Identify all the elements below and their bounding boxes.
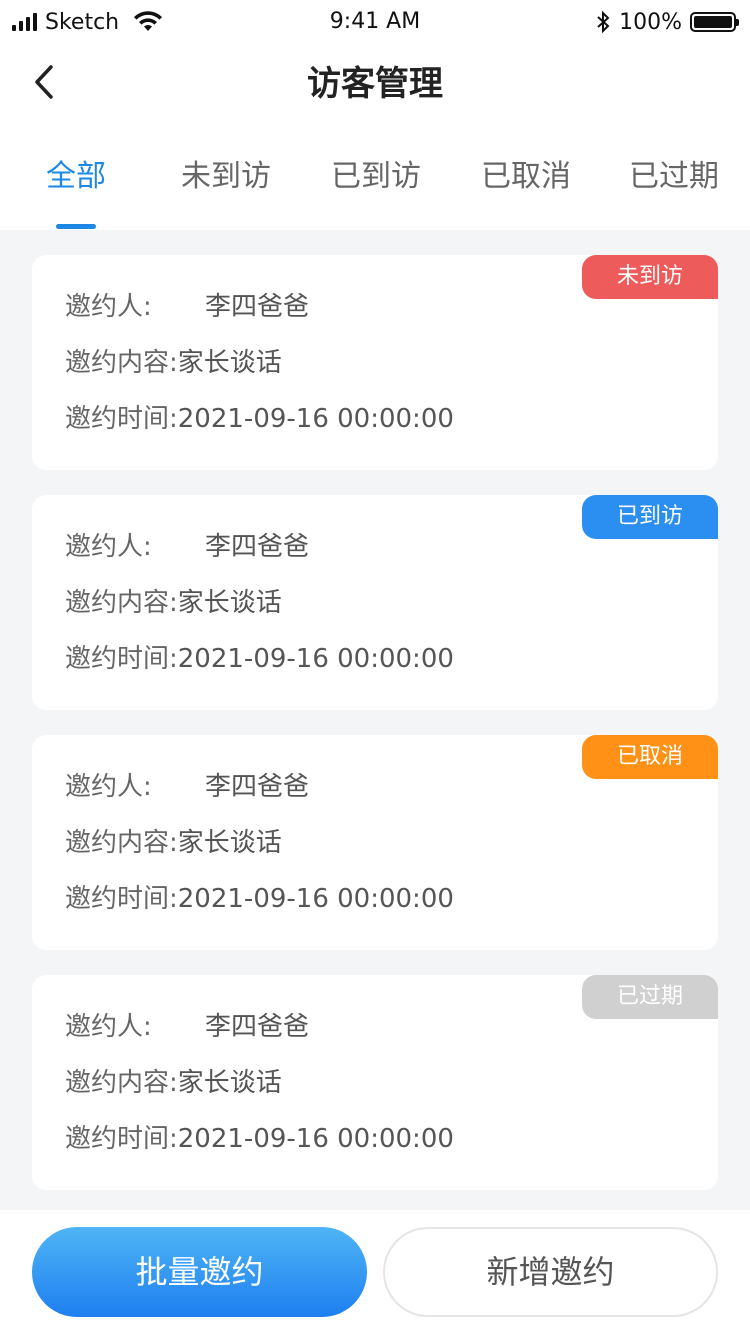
- status-badge: 已取消: [582, 735, 718, 779]
- battery-percent: 100%: [619, 9, 682, 35]
- inviter-row: 邀约人: 李四爸爸: [65, 527, 309, 567]
- page-title: 访客管理: [307, 64, 443, 104]
- time-value: 2021-09-16 00:00:00: [177, 884, 454, 914]
- content-value: 家长谈话: [177, 1068, 282, 1098]
- inviter-value: 李四爸爸: [205, 772, 310, 802]
- invitation-card[interactable]: 未到访 邀约人: 李四爸爸 邀约内容:家长谈话 邀约时间:2021-09-16 0…: [32, 255, 718, 470]
- status-badge: 已到访: [582, 495, 718, 539]
- tab-indicator: [56, 224, 96, 229]
- content-value: 家长谈话: [177, 348, 282, 378]
- time-row: 邀约时间:2021-09-16 00:00:00: [65, 399, 454, 439]
- inviter-row: 邀约人: 李四爸爸: [65, 1007, 309, 1047]
- status-badge: 已过期: [582, 975, 718, 1019]
- time-value: 2021-09-16 00:00:00: [177, 404, 454, 434]
- time-label: 邀约时间:: [65, 404, 178, 434]
- content-label: 邀约内容:: [65, 828, 178, 858]
- tab-all[interactable]: 全部: [26, 124, 126, 230]
- bottom-action-bar: 批量邀约 新增邀约: [0, 1210, 750, 1334]
- tab-visited[interactable]: 已到访: [316, 124, 436, 230]
- bluetooth-icon: [597, 10, 610, 34]
- batch-invite-button[interactable]: 批量邀约: [32, 1227, 367, 1317]
- invitation-card[interactable]: 已取消 邀约人: 李四爸爸 邀约内容:家长谈话 邀约时间:2021-09-16 0…: [32, 735, 718, 950]
- inviter-value: 李四爸爸: [205, 532, 310, 562]
- inviter-label: 邀约人:: [65, 772, 152, 802]
- inviter-label: 邀约人:: [65, 532, 152, 562]
- battery-icon: [690, 12, 739, 32]
- time-row: 邀约时间:2021-09-16 00:00:00: [65, 1119, 454, 1159]
- status-badge: 未到访: [582, 255, 718, 299]
- time-value: 2021-09-16 00:00:00: [177, 1124, 454, 1154]
- inviter-row: 邀约人: 李四爸爸: [65, 767, 309, 807]
- tab-not-visited[interactable]: 未到访: [166, 124, 286, 230]
- content-value: 家长谈话: [177, 828, 282, 858]
- content-label: 邀约内容:: [65, 1068, 178, 1098]
- status-bar: Sketch 9:41 AM 100%: [0, 0, 750, 44]
- time-label: 邀约时间:: [65, 1124, 178, 1154]
- inviter-value: 李四爸爸: [205, 292, 310, 322]
- new-invite-button[interactable]: 新增邀约: [383, 1227, 718, 1317]
- nav-bar: 访客管理: [0, 44, 750, 124]
- content-label: 邀约内容:: [65, 348, 178, 378]
- content-row: 邀约内容:家长谈话: [65, 823, 282, 863]
- time-row: 邀约时间:2021-09-16 00:00:00: [65, 639, 454, 679]
- inviter-label: 邀约人:: [65, 1012, 152, 1042]
- invitation-card[interactable]: 已到访 邀约人: 李四爸爸 邀约内容:家长谈话 邀约时间:2021-09-16 0…: [32, 495, 718, 710]
- content-value: 家长谈话: [177, 588, 282, 618]
- time-row: 邀约时间:2021-09-16 00:00:00: [65, 879, 454, 919]
- content-label: 邀约内容:: [65, 588, 178, 618]
- content-row: 邀约内容:家长谈话: [65, 1063, 282, 1103]
- status-right: 100%: [595, 7, 739, 37]
- time-label: 邀约时间:: [65, 884, 178, 914]
- time-value: 2021-09-16 00:00:00: [177, 644, 454, 674]
- invitation-card[interactable]: 已过期 邀约人: 李四爸爸 邀约内容:家长谈话 邀约时间:2021-09-16 0…: [32, 975, 718, 1190]
- time-label: 邀约时间:: [65, 644, 178, 674]
- inviter-row: 邀约人: 李四爸爸: [65, 287, 309, 327]
- tab-cancelled[interactable]: 已取消: [466, 124, 586, 230]
- inviter-label: 邀约人:: [65, 292, 152, 322]
- tab-expired[interactable]: 已过期: [614, 124, 734, 230]
- status-tabs: 全部 未到访 已到访 已取消 已过期: [0, 124, 750, 230]
- inviter-value: 李四爸爸: [205, 1012, 310, 1042]
- content-row: 邀约内容:家长谈话: [65, 583, 282, 623]
- content-row: 邀约内容:家长谈话: [65, 343, 282, 383]
